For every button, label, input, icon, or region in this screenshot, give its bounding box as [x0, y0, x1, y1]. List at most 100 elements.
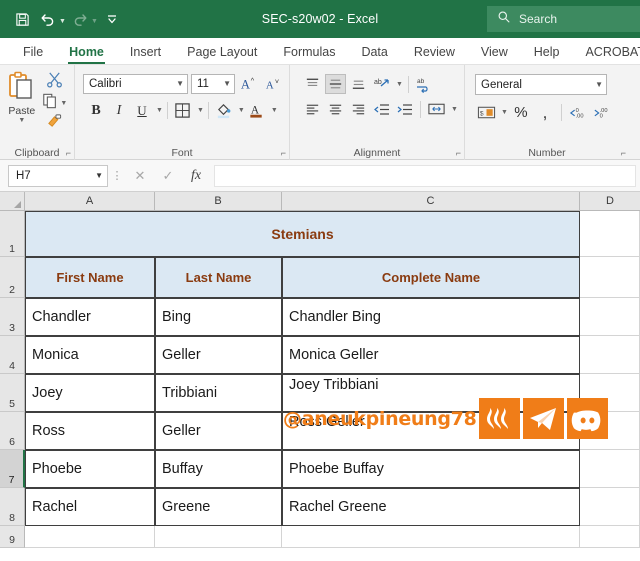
align-center-button[interactable] [325, 99, 346, 119]
cell-b3[interactable]: Bing [155, 298, 282, 336]
fill-color-button[interactable] [213, 100, 235, 121]
confirm-entry-button[interactable]: ✓ [154, 168, 182, 184]
row-header-5[interactable]: 5 [0, 374, 25, 412]
tab-file[interactable]: File [10, 45, 56, 64]
search-box[interactable]: Search [487, 6, 640, 32]
font-color-button[interactable]: A [246, 100, 268, 121]
row-header-9[interactable]: 9 [0, 526, 25, 548]
number-format-combo[interactable]: General ▼ [475, 74, 607, 95]
cell-a5[interactable]: Joey [25, 374, 155, 412]
cell-d8[interactable] [580, 488, 640, 526]
increase-decimal-button[interactable]: 0.00 [567, 102, 589, 123]
cell-b4[interactable]: Geller [155, 336, 282, 374]
tab-review[interactable]: Review [401, 45, 468, 64]
cell-b8[interactable]: Greene [155, 488, 282, 526]
cell-a9[interactable] [25, 526, 155, 548]
font-color-dropdown-icon[interactable]: ▼ [271, 107, 278, 114]
align-right-button[interactable] [348, 99, 369, 119]
select-all-button[interactable] [0, 192, 25, 211]
cell-d2[interactable] [580, 257, 640, 298]
row-header-6[interactable]: 6 [0, 412, 25, 450]
cell-c5[interactable]: Joey Tribbiani [282, 374, 580, 412]
cell-a8[interactable]: Rachel [25, 488, 155, 526]
formula-input[interactable] [214, 164, 636, 187]
tab-home[interactable]: Home [56, 45, 117, 64]
tab-data[interactable]: Data [348, 45, 400, 64]
orientation-dropdown-icon[interactable]: ▼ [396, 81, 403, 88]
accounting-format-button[interactable]: $ [475, 102, 497, 123]
cut-button[interactable] [46, 72, 63, 92]
tab-formulas[interactable]: Formulas [270, 45, 348, 64]
cell-a1-merged-title[interactable]: Stemians [25, 211, 580, 257]
cell-b6[interactable]: Geller [155, 412, 282, 450]
increase-font-size-button[interactable]: A ^ [238, 73, 260, 94]
bold-button[interactable]: B [85, 100, 107, 121]
borders-dropdown-icon[interactable]: ▼ [197, 107, 204, 114]
undo-dropdown-icon[interactable]: ▼ [59, 18, 66, 25]
row-header-8[interactable]: 8 [0, 488, 25, 526]
cell-d9[interactable] [580, 526, 640, 548]
italic-button[interactable]: I [108, 100, 130, 121]
column-header-b[interactable]: B [155, 192, 282, 211]
chevron-down-icon[interactable]: ▼ [95, 171, 103, 180]
align-middle-button[interactable] [325, 74, 346, 94]
cell-d1[interactable] [580, 211, 640, 257]
cell-c4[interactable]: Monica Geller [282, 336, 580, 374]
underline-button[interactable]: U [131, 100, 153, 121]
align-left-button[interactable] [302, 99, 323, 119]
cell-b7[interactable]: Buffay [155, 450, 282, 488]
format-painter-button[interactable] [46, 114, 63, 134]
align-bottom-button[interactable] [348, 74, 369, 94]
row-header-4[interactable]: 4 [0, 336, 25, 374]
decrease-indent-button[interactable] [371, 99, 392, 119]
row-header-1[interactable]: 1 [0, 211, 25, 257]
merge-dropdown-icon[interactable]: ▼ [451, 106, 458, 113]
column-header-d[interactable]: D [580, 192, 640, 211]
row-header-2[interactable]: 2 [0, 257, 25, 298]
wrap-text-button[interactable]: ab [414, 74, 435, 94]
merge-and-center-button[interactable] [426, 99, 447, 119]
undo-icon[interactable] [36, 7, 60, 31]
cell-a3[interactable]: Chandler [25, 298, 155, 336]
font-name-combo[interactable]: Calibri ▼ [83, 73, 188, 94]
insert-function-button[interactable]: fx [182, 168, 210, 184]
tab-help[interactable]: Help [521, 45, 573, 64]
number-dialog-launcher-icon[interactable]: ⌐ [621, 148, 626, 158]
tab-insert[interactable]: Insert [117, 45, 174, 64]
cell-a7[interactable]: Phoebe [25, 450, 155, 488]
align-top-button[interactable] [302, 74, 323, 94]
column-header-c[interactable]: C [282, 192, 580, 211]
cell-a4[interactable]: Monica [25, 336, 155, 374]
cell-a2-header-first-name[interactable]: First Name [25, 257, 155, 298]
row-header-3[interactable]: 3 [0, 298, 25, 336]
cell-b2-header-last-name[interactable]: Last Name [155, 257, 282, 298]
cell-a6[interactable]: Ross [25, 412, 155, 450]
name-box[interactable]: H7 ▼ [8, 164, 108, 187]
comma-style-button[interactable]: , [534, 102, 556, 123]
paste-dropdown-icon[interactable]: ▼ [18, 117, 25, 125]
cell-d5[interactable] [580, 374, 640, 412]
copy-dropdown-icon[interactable]: ▼ [60, 100, 67, 107]
accounting-dropdown-icon[interactable]: ▼ [501, 109, 508, 116]
clipboard-dialog-launcher-icon[interactable]: ⌐ [66, 148, 71, 158]
borders-button[interactable] [172, 100, 194, 121]
cell-c6[interactable]: Ross Geller [282, 412, 580, 450]
font-size-combo[interactable]: 11 ▼ [191, 73, 235, 94]
cell-c3[interactable]: Chandler Bing [282, 298, 580, 336]
alignment-dialog-launcher-icon[interactable]: ⌐ [456, 148, 461, 158]
cell-b5[interactable]: Tribbiani [155, 374, 282, 412]
increase-indent-button[interactable] [394, 99, 415, 119]
underline-dropdown-icon[interactable]: ▼ [156, 107, 163, 114]
decrease-decimal-button[interactable]: .00 0 [591, 102, 613, 123]
cell-d6[interactable] [580, 412, 640, 450]
cell-c8[interactable]: Rachel Greene [282, 488, 580, 526]
column-header-a[interactable]: A [25, 192, 155, 211]
tab-view[interactable]: View [468, 45, 521, 64]
font-dialog-launcher-icon[interactable]: ⌐ [281, 148, 286, 158]
cell-c7[interactable]: Phoebe Buffay [282, 450, 580, 488]
fill-color-dropdown-icon[interactable]: ▼ [238, 107, 245, 114]
cell-d4[interactable] [580, 336, 640, 374]
row-header-7[interactable]: 7 [0, 450, 25, 488]
tab-acrobat[interactable]: ACROBAT [572, 45, 640, 64]
cell-c9[interactable] [282, 526, 580, 548]
